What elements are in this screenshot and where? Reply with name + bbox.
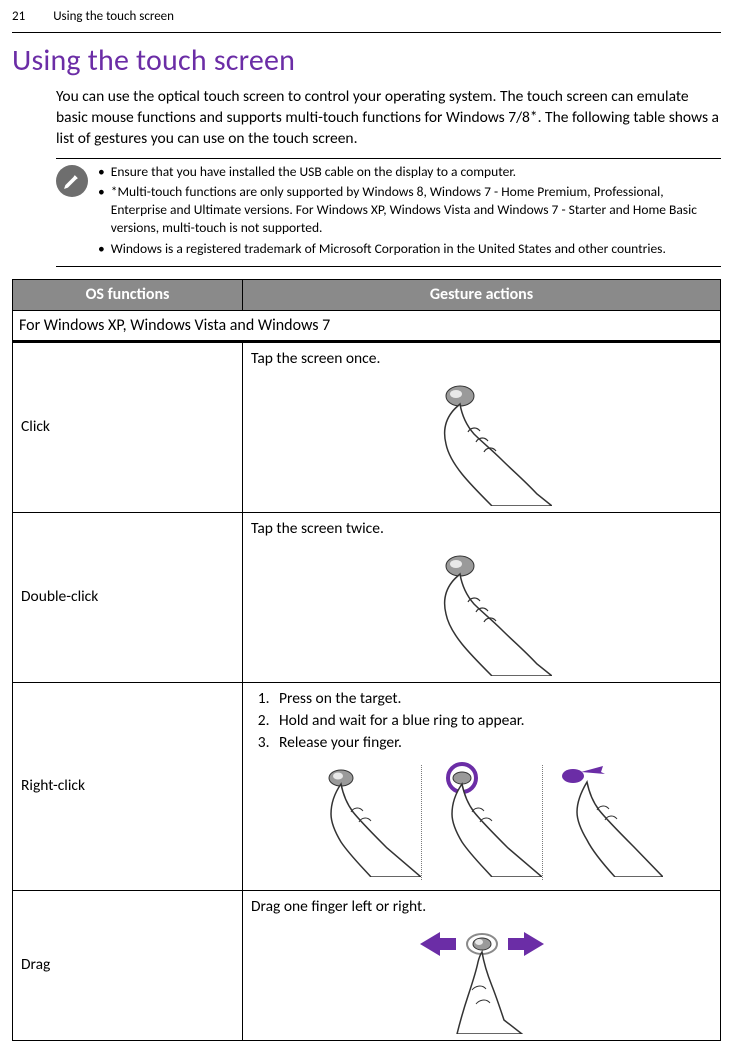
gesture-description: Tap the screen twice. <box>251 519 712 540</box>
step-item: Hold and wait for a blue ring to appear. <box>273 711 712 732</box>
os-function-label: Right-click <box>13 682 243 890</box>
hand-release-icon <box>543 762 663 877</box>
hand-drag-icon <box>372 924 592 1034</box>
hand-hold-ring-icon <box>422 762 542 877</box>
hand-tap-icon <box>412 376 552 506</box>
arrow-right-icon <box>508 932 544 956</box>
arrow-left-icon <box>420 932 456 956</box>
gestures-table: OS functions Gesture actions For Windows… <box>12 279 721 1041</box>
note-list: •Ensure that you have installed the USB … <box>98 163 721 260</box>
gesture-description: Tap the screen once. <box>251 349 712 370</box>
table-row: Right-click Press on the target. Hold an… <box>13 682 721 890</box>
page-title: Using the touch screen <box>12 41 721 82</box>
intro-paragraph: You can use the optical touch screen to … <box>56 87 721 150</box>
note-item: Ensure that you have installed the USB c… <box>111 163 721 181</box>
table-row: Drag Drag one finger left or right. <box>13 890 721 1040</box>
os-function-label: Click <box>13 343 243 513</box>
table-row: Click Tap the screen once. <box>13 343 721 513</box>
running-title: Using the touch screen <box>53 8 174 26</box>
gesture-steps: Press on the target. Hold and wait for a… <box>273 689 712 754</box>
section-heading: For Windows XP, Windows Vista and Window… <box>13 311 720 343</box>
os-function-label: Double-click <box>13 513 243 683</box>
col-os-functions: OS functions <box>13 279 243 310</box>
col-gesture-actions: Gesture actions <box>243 279 721 310</box>
os-function-label: Drag <box>13 890 243 1040</box>
page-header: 21 Using the touch screen <box>12 0 721 32</box>
hand-press-icon <box>301 762 421 877</box>
table-row: Double-click Tap the screen twice. <box>13 513 721 683</box>
step-item: Release your finger. <box>273 733 712 754</box>
note-item: *Multi-touch functions are only supporte… <box>111 183 721 238</box>
gesture-description: Drag one finger left or right. <box>251 897 712 918</box>
pencil-icon <box>56 165 88 197</box>
step-item: Press on the target. <box>273 689 712 710</box>
note-item: Windows is a registered trademark of Mic… <box>111 240 721 258</box>
hand-tap-icon <box>412 546 552 676</box>
page-number: 21 <box>12 8 25 26</box>
header-rule <box>12 32 721 33</box>
note-box: •Ensure that you have installed the USB … <box>56 158 721 267</box>
